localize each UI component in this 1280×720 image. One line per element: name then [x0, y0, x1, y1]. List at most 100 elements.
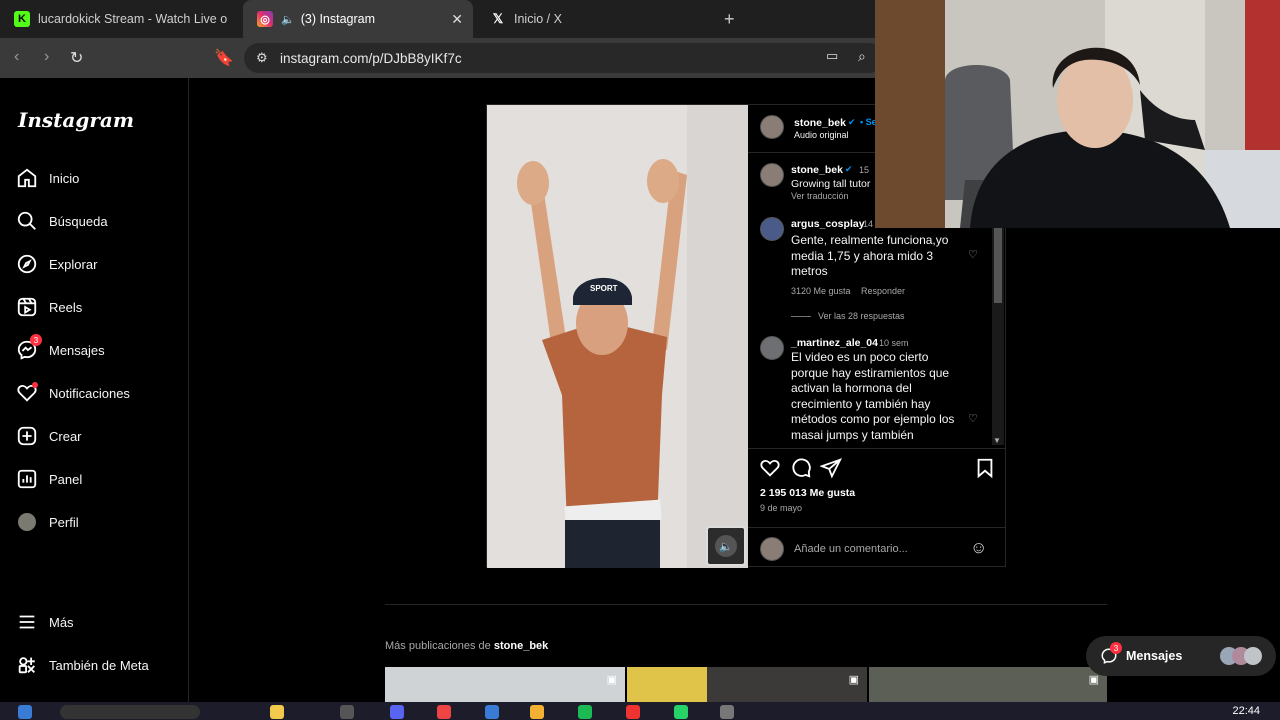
sidebar-item-panel[interactable]: Panel: [16, 465, 82, 493]
meta-grid-icon: [16, 654, 38, 676]
sidebar: Instagram Inicio Búsqueda Explorar Reels…: [0, 78, 189, 702]
comment-icon[interactable]: [790, 457, 812, 479]
close-tab-icon[interactable]: ✕: [451, 11, 463, 28]
sidebar-item-label: Reels: [49, 299, 83, 315]
video-frame: SPORT: [487, 105, 748, 568]
tab-title: Inicio / X: [514, 12, 562, 26]
save-icon[interactable]: [974, 457, 996, 479]
avatar[interactable]: [760, 336, 784, 360]
more-posts-user[interactable]: stone_bek: [494, 640, 548, 652]
comment-input[interactable]: Añade un comentario...: [794, 543, 908, 555]
sidebar-item-notificaciones[interactable]: Notificaciones: [16, 379, 130, 407]
home-icon: [16, 167, 38, 189]
comment-likes[interactable]: 3120 Me gusta: [791, 286, 851, 296]
widget-icon[interactable]: [270, 705, 284, 719]
taskbar: 22:44: [0, 702, 1280, 720]
divider: [791, 316, 811, 317]
app-icon[interactable]: [626, 705, 640, 719]
avatar[interactable]: [760, 217, 784, 241]
kick-icon: K: [14, 11, 30, 27]
reel-icon: ▣: [606, 674, 617, 686]
task-view-icon[interactable]: [340, 705, 354, 719]
sidebar-item-mensajes[interactable]: 3 Mensajes: [16, 334, 105, 364]
bookmark-icon[interactable]: 🔖: [214, 48, 234, 68]
reload-icon[interactable]: ↻: [70, 48, 83, 68]
search-box[interactable]: [60, 705, 200, 719]
menu-icon: [16, 611, 38, 633]
tab-x[interactable]: 𝕏 Inicio / X: [476, 0, 706, 38]
sidebar-item-mas[interactable]: Más: [16, 608, 74, 636]
forward-icon[interactable]: ›: [44, 48, 49, 66]
caption-author[interactable]: stone_bek: [791, 164, 843, 176]
sidebar-item-perfil[interactable]: Perfil: [16, 508, 79, 536]
sidebar-item-explorar[interactable]: Explorar: [16, 250, 97, 278]
sidebar-item-busqueda[interactable]: Búsqueda: [16, 207, 108, 235]
tab-instagram[interactable]: ◎ 🔈 (3) Instagram ✕: [243, 0, 473, 38]
cast-icon[interactable]: ▭: [826, 48, 838, 64]
post-thumbnail[interactable]: ▣: [869, 667, 1107, 702]
like-count[interactable]: 2 195 013 Me gusta: [760, 487, 855, 499]
reel-icon: ▣: [848, 674, 859, 686]
sidebar-item-label: Inicio: [49, 170, 80, 186]
post-thumbnail[interactable]: ▣: [385, 667, 625, 702]
avatar-icon: [16, 511, 38, 533]
search-icon: [16, 210, 38, 232]
heart-icon: [16, 382, 38, 404]
avatar[interactable]: [760, 163, 784, 187]
more-posts-title: Más publicaciones de stone_bek: [385, 640, 548, 652]
sidebar-item-label: Notificaciones: [49, 385, 130, 401]
windows-start-icon[interactable]: [18, 705, 32, 719]
instagram-logo[interactable]: Instagram: [18, 108, 134, 132]
taskbar-clock[interactable]: 22:44: [1232, 705, 1260, 717]
scroll-down-icon[interactable]: ▼: [993, 436, 1001, 445]
site-settings-icon[interactable]: ⚙: [256, 50, 272, 66]
audio-label[interactable]: Audio original: [794, 130, 849, 140]
tab-kick[interactable]: K lucardokick Stream - Watch Live on K: [0, 0, 240, 38]
folder-icon[interactable]: [530, 705, 544, 719]
reply-link[interactable]: Responder: [861, 286, 905, 296]
spotify-icon[interactable]: [578, 705, 592, 719]
sidebar-item-crear[interactable]: Crear: [16, 422, 82, 450]
comment-author[interactable]: argus_cosplay: [791, 218, 865, 230]
more-posts-prefix: Más publicaciones de: [385, 640, 491, 652]
messages-pill-label: Mensajes: [1126, 649, 1183, 663]
share-icon[interactable]: [820, 457, 842, 479]
mute-button[interactable]: 🔈: [706, 526, 746, 566]
emoji-icon[interactable]: ☺: [970, 538, 987, 558]
reel-video[interactable]: SPORT 🔈: [487, 105, 748, 568]
whatsapp-icon[interactable]: [674, 705, 688, 719]
new-tab-icon[interactable]: +: [724, 9, 735, 30]
avatar[interactable]: [760, 115, 784, 139]
zoom-icon[interactable]: ⌕: [858, 48, 866, 65]
verified-badge-icon: ✔: [845, 164, 853, 174]
translate-link[interactable]: Ver traducción: [791, 191, 849, 201]
speaker-icon: 🔈: [281, 13, 295, 26]
messages-pill[interactable]: 3 Mensajes: [1086, 636, 1276, 676]
messenger-icon: 3: [16, 334, 42, 361]
post-date: 9 de mayo: [760, 503, 803, 513]
address-bar[interactable]: ⚙ instagram.com/p/DJbB8yIKf7c: [244, 43, 884, 73]
post-author[interactable]: stone_bek: [794, 117, 846, 129]
view-replies-link[interactable]: Ver las 28 respuestas: [818, 311, 905, 321]
like-comment-icon[interactable]: ♡: [968, 248, 978, 261]
back-icon[interactable]: ‹: [14, 48, 19, 66]
sidebar-item-label: Perfil: [49, 514, 79, 530]
caption-time: 15: [859, 165, 870, 175]
like-icon[interactable]: [759, 457, 781, 479]
sidebar-item-meta[interactable]: También de Meta: [16, 651, 149, 679]
webcam-feed: [875, 0, 1280, 228]
post-thumbnail[interactable]: ▣: [627, 667, 867, 702]
sidebar-item-label: Explorar: [49, 256, 98, 272]
avatar: [760, 537, 784, 561]
edge-icon[interactable]: [485, 705, 499, 719]
chrome-icon[interactable]: [437, 705, 451, 719]
app-icon[interactable]: [720, 705, 734, 719]
tab-title: (3) Instagram: [300, 12, 376, 26]
reel-icon: ▣: [1088, 674, 1099, 686]
discord-icon[interactable]: [390, 705, 404, 719]
avatar-stack: [1220, 647, 1264, 665]
like-comment-icon[interactable]: ♡: [968, 412, 978, 425]
sidebar-item-inicio[interactable]: Inicio: [16, 164, 79, 192]
sidebar-item-reels[interactable]: Reels: [16, 293, 82, 321]
comment-author[interactable]: _martinez_ale_04: [791, 337, 878, 349]
